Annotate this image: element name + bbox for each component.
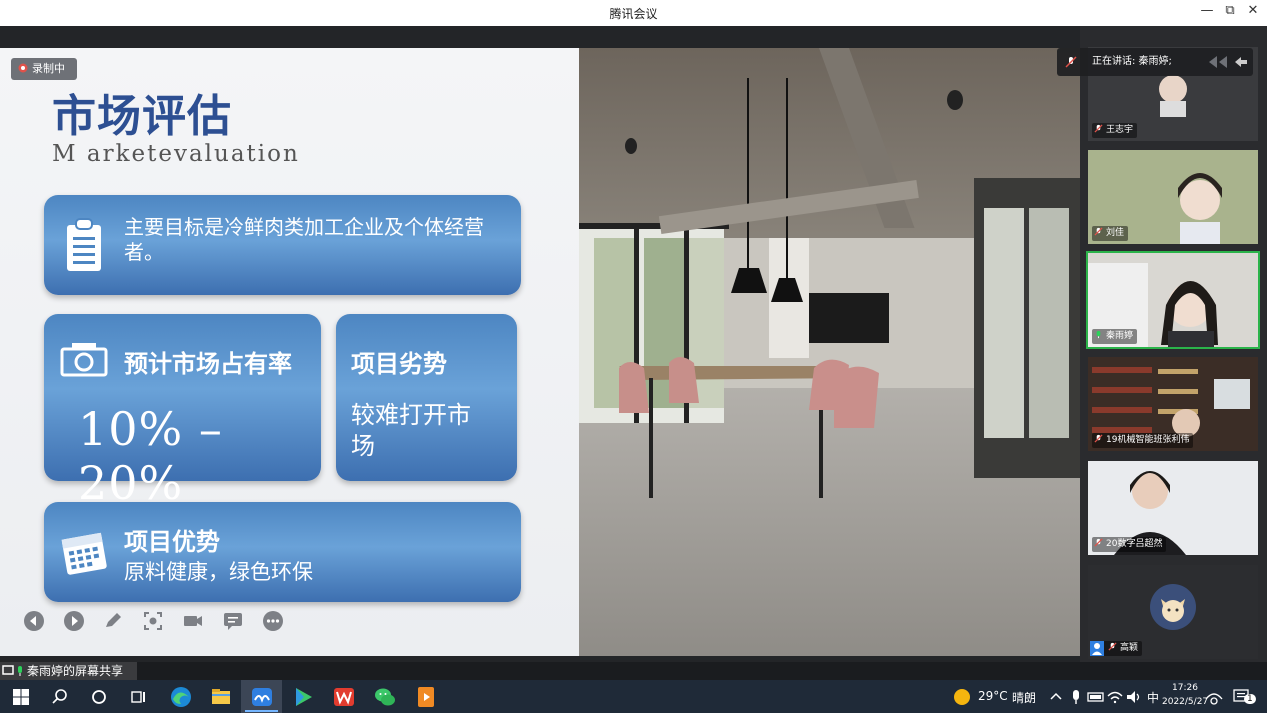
slide-title: 市场评估 [52, 91, 232, 142]
wps-office-icon[interactable] [332, 685, 356, 709]
participant-name: 秦雨婷 [1092, 329, 1138, 344]
cloud-record-icon [18, 63, 28, 73]
market-share-card: 预计市场占有率 10% –20% [44, 314, 321, 510]
mic-muted-icon [1108, 642, 1117, 651]
weather-condition[interactable]: 晴朗 [1012, 689, 1036, 706]
task-view-icon[interactable] [127, 685, 151, 709]
screenshot-icon[interactable] [142, 610, 164, 632]
next-slide-icon[interactable] [63, 610, 85, 632]
mic-muted-icon [1065, 56, 1077, 68]
participant-tile-active[interactable]: 秦雨婷 [1086, 251, 1260, 349]
wechat-icon[interactable] [373, 685, 397, 709]
network-help-icon[interactable] [1202, 685, 1226, 709]
participant-name: 王志宇 [1092, 123, 1138, 138]
user-icon [1090, 641, 1104, 656]
weather-temperature[interactable]: 29°C [978, 689, 1008, 703]
target-customers-card: 主要目标是冷鲜肉类加工企业及个体经营者。 [44, 195, 521, 295]
search-icon[interactable] [48, 685, 72, 709]
project-weakness-text: 较难打开市场 [351, 401, 471, 460]
calendar-icon [61, 532, 107, 575]
active-app-indicator [245, 710, 278, 712]
screen-share-text: 秦雨婷的屏幕共享 [27, 664, 124, 678]
weather-sun-icon[interactable] [950, 685, 974, 709]
project-weakness-card: 项目劣势 较难打开市场 [336, 314, 517, 481]
participant-tile[interactable]: 20数字吕超然 [1088, 461, 1258, 555]
windows-start-icon[interactable] [9, 685, 33, 709]
window-title: 腾讯会议 [609, 7, 658, 21]
window-titlebar: 腾讯会议 — ⧉ ✕ [0, 0, 1267, 26]
participant-tile[interactable]: 高颖 [1088, 565, 1258, 659]
office-photo-image [579, 48, 1080, 656]
media-player-icon[interactable] [291, 685, 315, 709]
close-button[interactable]: ✕ [1242, 3, 1264, 18]
recording-label: 录制中 [32, 62, 65, 75]
project-advantage-title: 项目优势 [124, 528, 220, 556]
restore-button[interactable]: ⧉ [1219, 3, 1241, 18]
file-explorer-icon[interactable] [209, 685, 233, 709]
participant-name: 20数字吕超然 [1092, 537, 1167, 552]
more-icon[interactable] [262, 610, 284, 632]
speaking-label: 正在讲话: 秦雨婷; [1092, 56, 1172, 67]
speaking-indicator: 正在讲话: 秦雨婷; [1057, 48, 1253, 76]
pen-icon[interactable] [102, 610, 124, 632]
notification-count: 1 [1244, 694, 1256, 704]
camera-icon[interactable] [182, 610, 204, 632]
volume-icon[interactable] [1122, 685, 1146, 709]
input-method-indicator[interactable]: 中 [1147, 689, 1159, 706]
edge-browser-icon[interactable] [169, 685, 193, 709]
clipboard-icon [67, 218, 101, 271]
screen-share-label: 秦雨婷的屏幕共享 [0, 662, 137, 680]
mic-muted-icon [1094, 124, 1103, 133]
money-icon [60, 343, 108, 377]
participant-tile[interactable]: 刘佳 [1088, 150, 1258, 244]
project-advantage-text: 原料健康，绿色环保 [124, 560, 313, 584]
project-weakness-title: 项目劣势 [351, 350, 447, 378]
mic-muted-icon [1094, 538, 1103, 547]
windows-taskbar: 29°C 晴朗 中 17:26 2022/5/27 1 [0, 680, 1267, 713]
presentation-app-icon[interactable] [414, 685, 438, 709]
participant-name: 刘佳 [1092, 226, 1129, 241]
recording-badge[interactable]: 录制中 [11, 58, 77, 80]
prev-slide-icon[interactable] [23, 610, 45, 632]
avatar [1150, 584, 1196, 630]
comment-icon[interactable] [222, 610, 244, 632]
slide-subtitle: M arketevaluation [52, 141, 300, 167]
clock-time[interactable]: 17:26 [1172, 683, 1198, 693]
mic-muted-icon [1094, 227, 1103, 236]
participant-tile[interactable]: 19机械智能班张利伟 [1088, 357, 1258, 451]
market-share-value: 10% –20% [78, 402, 223, 510]
project-advantage-card: 项目优势 原料健康，绿色环保 [44, 502, 521, 602]
cortana-icon[interactable] [87, 685, 111, 709]
collapse-icon[interactable] [1207, 55, 1249, 69]
tencent-meeting-icon[interactable] [250, 685, 274, 709]
target-customers-text: 主要目标是冷鲜肉类加工企业及个体经营者。 [124, 215, 484, 264]
mic-muted-icon [1094, 434, 1103, 443]
mic-active-icon [1096, 330, 1101, 339]
market-share-title: 预计市场占有率 [124, 350, 292, 378]
screen-share-icon [2, 665, 22, 676]
participant-name: 高颖 [1090, 641, 1143, 656]
minimize-button[interactable]: — [1196, 3, 1218, 18]
participant-name: 19机械智能班张利伟 [1092, 433, 1194, 448]
